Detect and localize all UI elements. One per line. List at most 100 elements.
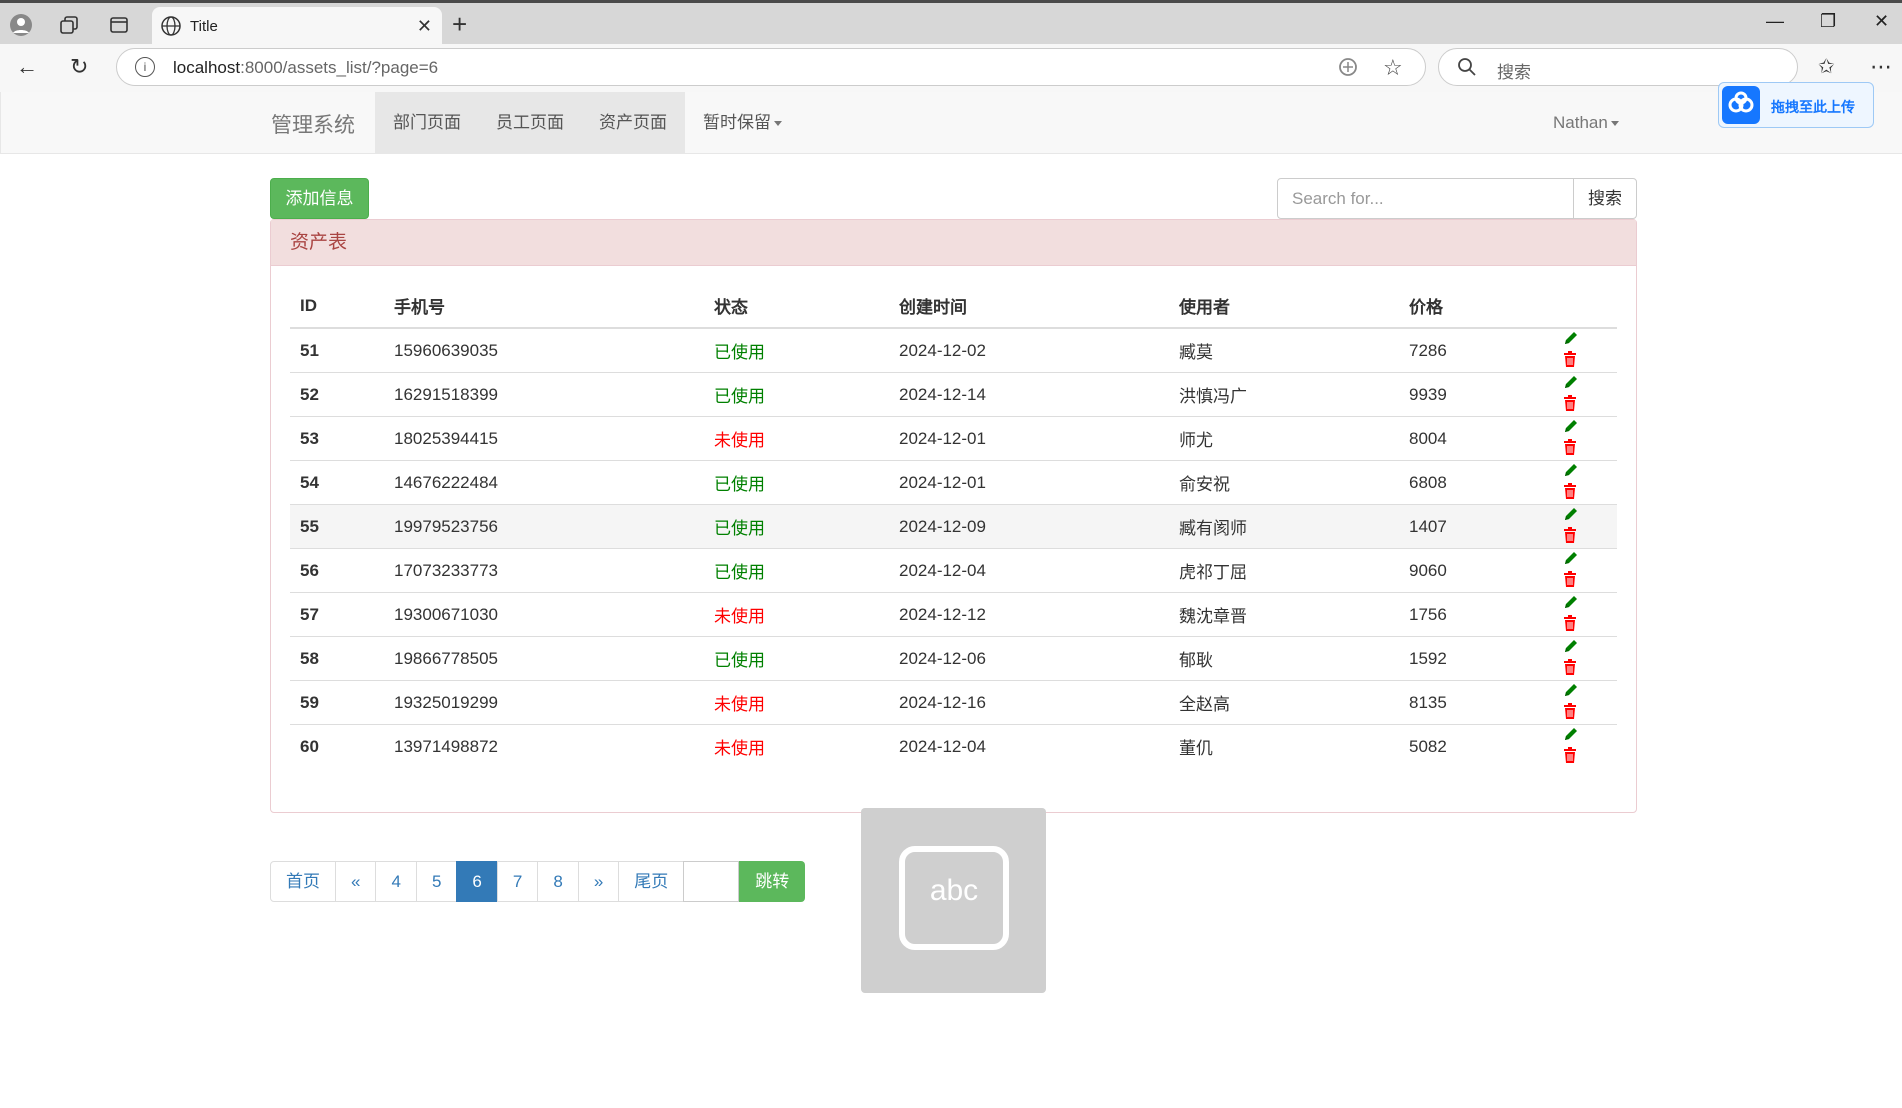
translate-icon[interactable] [1337, 56, 1359, 83]
page-jump-button[interactable]: 跳转 [739, 861, 806, 902]
brand-title[interactable]: 管理系统 [271, 109, 355, 139]
app-navbar: 管理系统 部门页面 员工页面 资产页面 暂时保留 Nathan [0, 92, 1902, 154]
delete-trash-icon[interactable] [1563, 394, 1577, 416]
edit-pencil-icon[interactable] [1563, 726, 1579, 747]
nav-dropdown[interactable]: 暂时保留 [685, 92, 800, 153]
search-button[interactable]: 搜索 [1573, 178, 1637, 219]
cell-user: 魏沈章晋 [1169, 592, 1399, 637]
vertical-tabs-icon[interactable] [106, 12, 132, 38]
back-icon[interactable]: ← [16, 54, 38, 80]
edit-pencil-icon[interactable] [1563, 374, 1579, 395]
cell-status: 已使用 [704, 460, 889, 505]
caret-down-icon [774, 121, 782, 127]
delete-trash-icon[interactable] [1563, 614, 1577, 636]
edit-pencil-icon[interactable] [1563, 682, 1579, 703]
col-id: ID [290, 284, 384, 329]
ime-keyboard-icon: abc [899, 846, 1009, 950]
close-window-icon[interactable]: ✕ [1874, 11, 1889, 32]
cell-user: 郁耿 [1169, 636, 1399, 681]
minimize-icon[interactable]: — [1766, 11, 1784, 32]
cell-actions [1553, 548, 1617, 593]
upload-label: 拖拽至此上传 [1771, 99, 1855, 115]
page-first[interactable]: 首页 [270, 861, 336, 902]
site-info-icon[interactable]: i [135, 57, 155, 77]
nav-assets[interactable]: 资产页面 [581, 92, 685, 153]
table-row: 54 14676222484 已使用 2024-12-01 俞安祝 6808 [290, 460, 1617, 505]
url-text: localhost:8000/assets_list/?page=6 [173, 58, 439, 77]
cell-status: 未使用 [704, 592, 889, 637]
nav-dropdown-label: 暂时保留 [703, 113, 771, 132]
cell-actions [1553, 372, 1617, 417]
favorites-icon[interactable]: ✩ [1818, 54, 1835, 79]
delete-trash-icon[interactable] [1563, 702, 1577, 724]
table-row: 58 19866778505 已使用 2024-12-06 郁耿 1592 [290, 636, 1617, 681]
edit-pencil-icon[interactable] [1563, 550, 1579, 571]
edit-pencil-icon[interactable] [1563, 330, 1579, 351]
cell-user: 洪慎冯广 [1169, 372, 1399, 417]
cell-price: 1592 [1399, 636, 1553, 681]
cell-price: 9060 [1399, 548, 1553, 593]
page-jump-input[interactable] [683, 861, 740, 902]
globe-icon [160, 15, 182, 42]
restore-icon[interactable]: ❐ [1820, 11, 1836, 32]
browser-tab[interactable]: Title ✕ [152, 7, 442, 47]
panel-title: 资产表 [271, 220, 1636, 266]
cell-actions [1553, 592, 1617, 637]
browser-search-field[interactable]: 搜索 [1438, 48, 1798, 86]
cell-price: 5082 [1399, 724, 1553, 768]
cell-id: 52 [290, 372, 384, 417]
edit-pencil-icon[interactable] [1563, 594, 1579, 615]
page-next[interactable]: » [577, 861, 620, 902]
profile-icon[interactable] [8, 12, 34, 38]
delete-trash-icon[interactable] [1563, 570, 1577, 592]
cell-phone: 19300671030 [384, 592, 704, 637]
cell-actions [1553, 327, 1617, 373]
page-prev[interactable]: « [335, 861, 377, 902]
col-user: 使用者 [1169, 284, 1399, 329]
search-input[interactable] [1277, 178, 1574, 219]
assets-panel: 资产表 ID 手机号 状态 创建时间 使用者 价格 51 15960639035 已… [270, 219, 1637, 813]
cell-actions [1553, 680, 1617, 725]
page-last[interactable]: 尾页 [618, 861, 685, 902]
nav-employee[interactable]: 员工页面 [478, 92, 582, 153]
browser-search-placeholder: 搜索 [1497, 63, 1531, 82]
delete-trash-icon[interactable] [1563, 746, 1577, 768]
table-row: 53 18025394415 未使用 2024-12-01 师尤 8004 [290, 416, 1617, 461]
collections-icon[interactable] [56, 12, 82, 38]
edit-pencil-icon[interactable] [1563, 638, 1579, 659]
favorite-star-icon[interactable]: ☆ [1383, 55, 1403, 81]
more-menu-icon[interactable]: ⋯ [1870, 54, 1892, 80]
cell-status: 未使用 [704, 416, 889, 461]
page-4[interactable]: 4 [375, 861, 417, 902]
page-8[interactable]: 8 [537, 861, 579, 902]
page-6-current[interactable]: 6 [456, 861, 498, 902]
delete-trash-icon[interactable] [1563, 526, 1577, 548]
user-name: Nathan [1553, 113, 1608, 132]
tab-title: Title [190, 18, 218, 35]
user-menu[interactable]: Nathan [1553, 92, 1619, 153]
reload-icon[interactable]: ↻ [70, 54, 88, 80]
close-tab-icon[interactable]: ✕ [417, 16, 432, 37]
delete-trash-icon[interactable] [1563, 350, 1577, 372]
cell-status: 已使用 [704, 372, 889, 417]
cell-price: 6808 [1399, 460, 1553, 505]
delete-trash-icon[interactable] [1563, 658, 1577, 680]
upload-widget[interactable]: 拖拽至此上传 [1718, 82, 1874, 128]
delete-trash-icon[interactable] [1563, 438, 1577, 460]
edit-pencil-icon[interactable] [1563, 462, 1579, 483]
address-bar-row: ← ↻ i localhost:8000/assets_list/?page=6… [0, 44, 1902, 93]
new-tab-icon[interactable]: + [452, 9, 467, 40]
nav-department[interactable]: 部门页面 [375, 92, 479, 153]
url-field[interactable]: i localhost:8000/assets_list/?page=6 ☆ [116, 48, 1426, 86]
delete-trash-icon[interactable] [1563, 482, 1577, 504]
table-row: 60 13971498872 未使用 2024-12-04 董仉 5082 [290, 724, 1617, 768]
cell-user: 董仉 [1169, 724, 1399, 768]
cell-phone: 19325019299 [384, 680, 704, 725]
add-info-button[interactable]: 添加信息 [270, 178, 369, 219]
page-7[interactable]: 7 [496, 861, 539, 902]
edit-pencil-icon[interactable] [1563, 506, 1579, 527]
page-5[interactable]: 5 [415, 861, 458, 902]
cell-user: 臧有阂师 [1169, 504, 1399, 549]
edit-pencil-icon[interactable] [1563, 418, 1579, 439]
cell-created: 2024-12-06 [889, 636, 1169, 681]
